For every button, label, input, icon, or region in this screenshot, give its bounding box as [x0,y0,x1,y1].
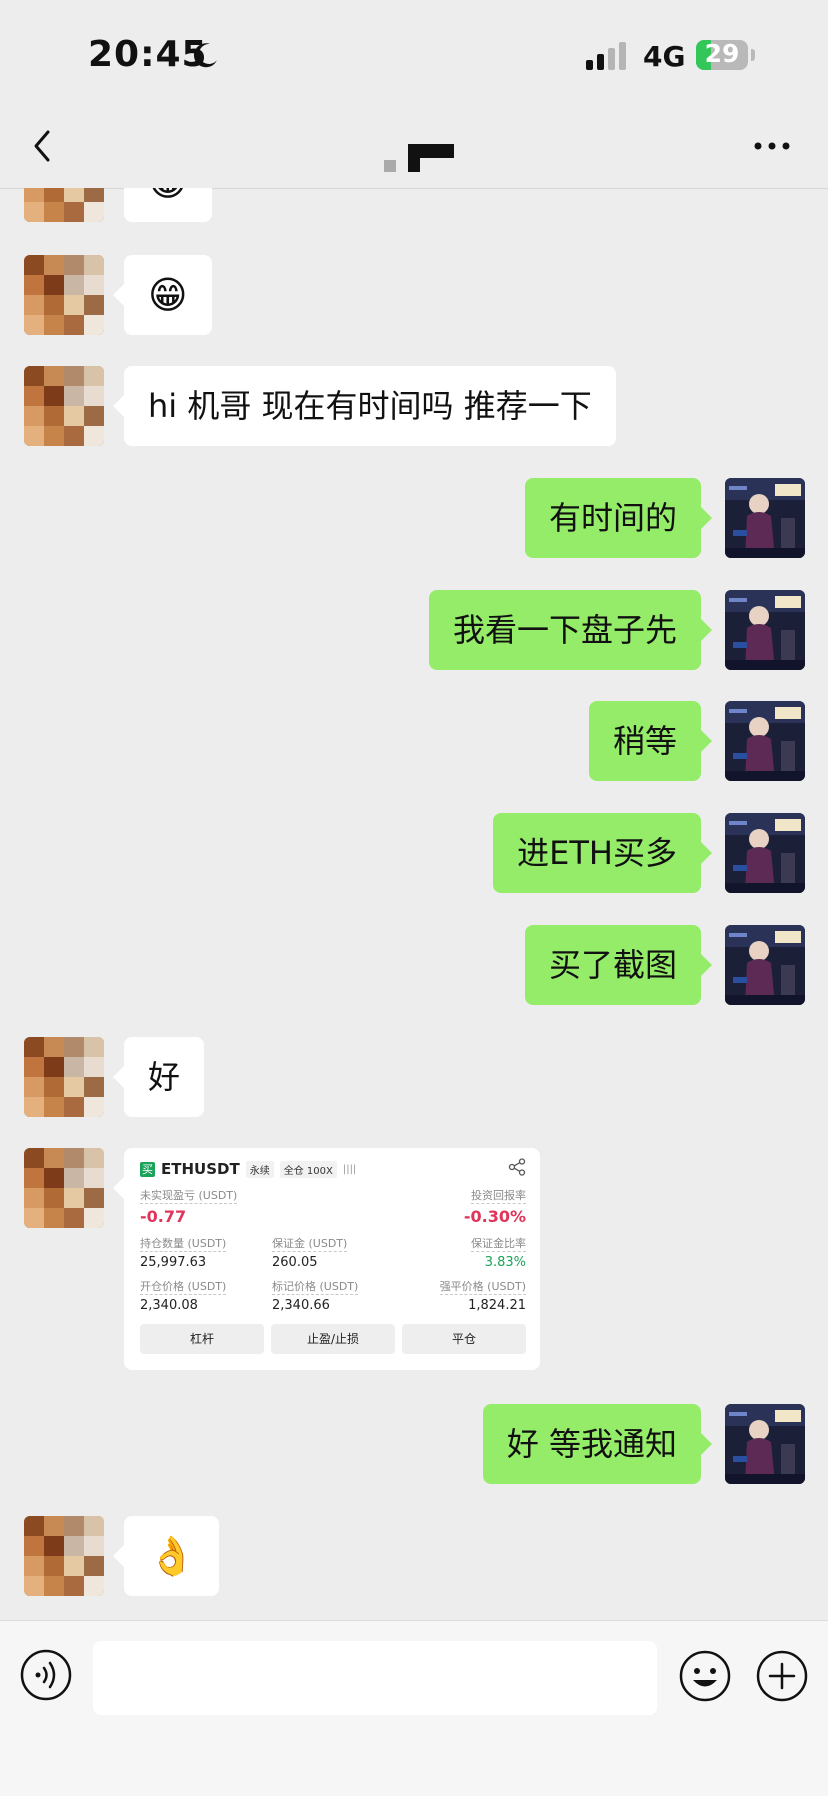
my-avatar[interactable] [725,478,805,558]
message-bubble[interactable]: 👌 [113,1516,220,1596]
message-bubble[interactable]: 进ETH买多 [493,813,712,893]
margin-ratio: 保证金比率 3.83% [471,1237,526,1270]
contact-avatar[interactable] [24,188,104,222]
entry-price: 开仓价格 (USDT) 2,340.08 [140,1280,227,1313]
message-input[interactable] [93,1641,657,1715]
my-avatar[interactable] [725,1404,805,1484]
mark-price: 标记价格 (USDT) 2,340.66 [272,1280,359,1313]
leverage-button[interactable]: 杠杆 [140,1324,264,1354]
chat-header [0,110,828,189]
my-avatar[interactable] [725,590,805,670]
unrealized-pnl: 未实现盈亏 (USDT) -0.77 [140,1189,238,1226]
contact-avatar[interactable] [24,1037,104,1117]
message-bubble[interactable]: 好 等我通知 [482,1404,712,1484]
message-bubble[interactable]: 我看一下盘子先 [428,590,712,670]
trade-screenshot-card[interactable]: 买 ETHUSDT 永续 全仓 100X |||| 未实现盈亏 (USDT) -… [113,1148,540,1370]
chevron-left-icon[interactable] [28,126,58,166]
message-bubble[interactable]: hi 机哥 现在有时间吗 推荐一下 [113,366,616,446]
my-avatar[interactable] [725,925,805,1005]
battery-icon: 29 [696,40,748,70]
card-header: 买 ETHUSDT 永续 全仓 100X |||| [140,1158,356,1180]
more-dots-icon[interactable] [752,140,792,152]
share-icon[interactable] [508,1158,526,1176]
message-row: 买 ETHUSDT 永续 全仓 100X |||| 未实现盈亏 (USDT) -… [0,1148,828,1370]
liquidation-price: 强平价格 (USDT) 1,824.21 [439,1280,526,1313]
my-avatar[interactable] [725,813,805,893]
signal-icon [586,42,626,70]
message-row: 好 [0,1037,828,1117]
contact-avatar[interactable] [24,1148,104,1228]
voice-icon[interactable] [20,1649,72,1701]
contact-avatar[interactable] [24,1516,104,1596]
margin-mode-tag: 全仓 100X [279,1160,337,1178]
message-row: 😁 [0,188,828,222]
message-bubble[interactable]: 😁 [124,188,212,222]
message-bubble[interactable]: 😁 [113,255,212,335]
chat-title-redacted [384,144,454,172]
roi: 投资回报率 -0.30% [463,1189,526,1226]
message-bubble[interactable]: 买了截图 [524,925,712,1005]
smile-icon[interactable] [678,1649,732,1703]
message-bubble[interactable]: 好 [113,1037,205,1117]
close-position-button[interactable]: 平仓 [402,1324,526,1354]
status-bar: 20:45 4G 29 [0,0,828,110]
signal-bars: |||| [342,1163,357,1175]
tp-sl-button[interactable]: 止盈/止损 [271,1324,395,1354]
plus-icon[interactable] [755,1649,809,1703]
message-row: hi 机哥 现在有时间吗 推荐一下 [0,366,828,446]
buy-badge: 买 [140,1161,155,1177]
moon-icon [193,43,217,68]
symbol: ETHUSDT [161,1160,240,1178]
battery-level: 29 [704,40,740,68]
contact-avatar[interactable] [24,366,104,446]
message-bubble[interactable]: 稍等 [588,701,712,781]
message-row: 进ETH买多 [0,813,828,893]
network-type: 4G [643,40,686,73]
message-row: 我看一下盘子先 [0,590,828,670]
contact-avatar[interactable] [24,255,104,335]
message-row: 买了截图 [0,925,828,1005]
message-row: 👌 [0,1516,828,1596]
message-row: 稍等 [0,701,828,781]
message-row: 😁 [0,255,828,335]
perp-tag: 永续 [245,1160,274,1178]
message-row: 有时间的 [0,478,828,558]
message-row: 好 等我通知 [0,1404,828,1484]
message-composer [0,1620,828,1796]
my-avatar[interactable] [725,701,805,781]
message-bubble[interactable]: 有时间的 [524,478,712,558]
position-qty: 持仓数量 (USDT) 25,997.63 [140,1237,227,1270]
margin: 保证金 (USDT) 260.05 [272,1237,348,1270]
